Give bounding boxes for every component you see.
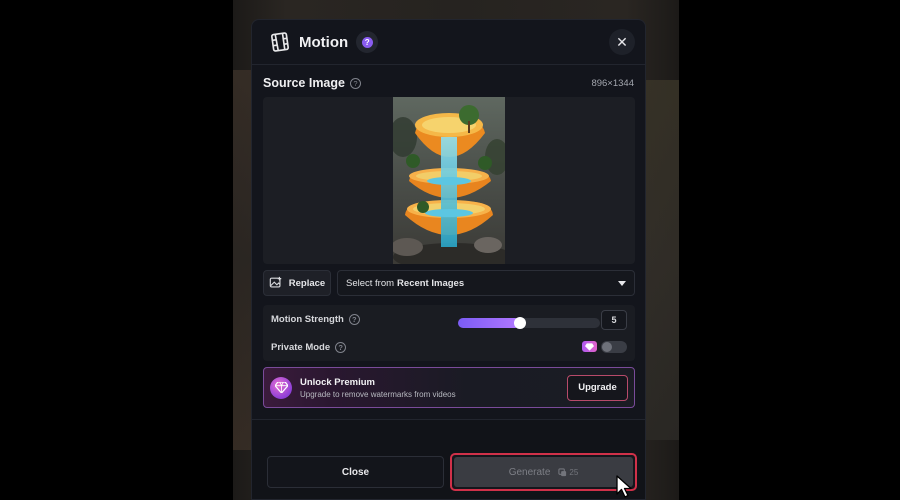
dialog-title: Motion xyxy=(299,33,349,51)
recent-images-select[interactable]: Select from Recent Images xyxy=(337,270,635,296)
replace-label: Replace xyxy=(288,277,326,289)
image-dimensions: 896×1344 xyxy=(591,77,634,89)
upgrade-button[interactable]: Upgrade xyxy=(567,374,628,401)
motion-strength-row: Motion Strength ? 5 xyxy=(271,310,627,330)
dialog-header: Motion ? ✕ xyxy=(252,20,645,65)
chevron-down-icon xyxy=(618,280,626,286)
select-bold: Recent Images xyxy=(397,277,465,289)
generate-button[interactable]: Generate 25 xyxy=(450,453,637,491)
premium-gem-icon xyxy=(582,341,597,352)
screen: Motion ? ✕ Source Image ? 896×1344 Repla… xyxy=(0,0,900,500)
generate-cost: 25 xyxy=(569,467,579,477)
slider-fill xyxy=(458,318,521,328)
image-edit-icon xyxy=(269,276,282,288)
private-mode-row: Private Mode ? xyxy=(271,338,627,356)
mouse-pointer-icon xyxy=(616,475,632,498)
source-image-label: Source Image xyxy=(263,76,345,90)
diamond-icon xyxy=(270,376,292,399)
premium-subtitle: Upgrade to remove watermarks from videos xyxy=(300,389,456,399)
close-button[interactable]: Close xyxy=(267,456,444,488)
question-icon: ? xyxy=(361,36,373,48)
background-shape-right xyxy=(645,80,679,440)
generate-button-inner: Generate 25 xyxy=(454,457,633,487)
slider-handle[interactable] xyxy=(514,317,527,329)
motion-strength-slider[interactable] xyxy=(458,317,600,329)
private-mode-label: Private Mode xyxy=(271,341,331,353)
motion-strength-label: Motion Strength xyxy=(271,313,344,325)
help-button[interactable]: ? xyxy=(356,31,379,53)
private-mode-toggle[interactable] xyxy=(601,341,627,353)
motion-strength-value[interactable]: 5 xyxy=(601,310,627,330)
private-mode-help-icon[interactable]: ? xyxy=(335,341,347,353)
premium-text: Unlock Premium Upgrade to remove waterma… xyxy=(300,377,456,399)
credit-cost: 25 xyxy=(558,468,578,477)
image-actions: Replace Select from Recent Images xyxy=(263,270,635,296)
close-icon[interactable]: ✕ xyxy=(609,29,635,55)
select-prefix: Select from xyxy=(346,277,395,289)
replace-button[interactable]: Replace xyxy=(263,270,331,296)
premium-banner: Unlock Premium Upgrade to remove waterma… xyxy=(263,367,635,408)
settings-panel: Motion Strength ? 5 Private Mode ? xyxy=(263,305,635,361)
orange-slice-waterfall-image xyxy=(393,97,505,264)
motion-strength-help-icon[interactable]: ? xyxy=(348,313,360,325)
source-help-icon[interactable]: ? xyxy=(349,77,361,89)
motion-dialog: Motion ? ✕ Source Image ? 896×1344 Repla… xyxy=(251,19,646,500)
generate-label: Generate xyxy=(508,466,551,478)
toggle-knob xyxy=(602,342,612,352)
film-icon xyxy=(271,32,289,52)
source-image-preview xyxy=(263,97,635,264)
token-icon xyxy=(558,467,567,476)
source-image-header: Source Image ? 896×1344 xyxy=(263,74,634,92)
premium-title: Unlock Premium xyxy=(300,376,375,388)
